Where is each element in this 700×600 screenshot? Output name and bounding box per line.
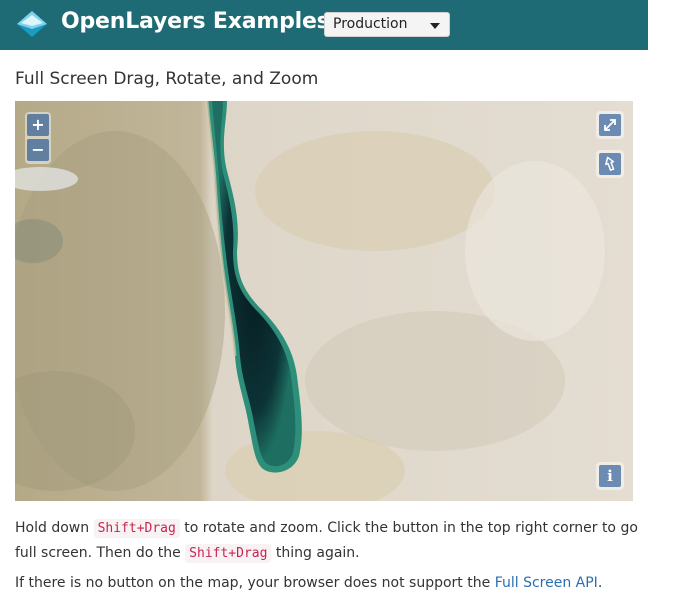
rotate-control <box>596 150 624 178</box>
instructions-text-3: thing again. <box>275 545 360 561</box>
navbar: OpenLayers Examples Production <box>0 0 648 50</box>
zoom-out-button[interactable]: − <box>27 139 49 161</box>
support-note-text: If there is no button on the map, your b… <box>15 575 491 591</box>
version-select-value: Production <box>333 16 408 32</box>
page-title: Full Screen Drag, Rotate, and Zoom <box>15 69 319 89</box>
openlayers-logo-icon[interactable] <box>14 7 50 43</box>
expand-arrows-icon <box>604 119 616 131</box>
full-screen-api-link[interactable]: Full Screen API <box>495 575 598 591</box>
north-arrow-icon <box>605 156 615 171</box>
map-viewport[interactable]: + − i <box>15 101 633 501</box>
full-screen-control <box>596 111 624 139</box>
zoom-control: + − <box>25 112 51 164</box>
version-select[interactable]: Production <box>324 12 450 37</box>
full-screen-button[interactable] <box>599 114 621 136</box>
instructions-text-1: Hold down <box>15 520 90 536</box>
shortcut-code: Shift+Drag <box>93 519 180 538</box>
support-note-paragraph: If there is no button on the map, your b… <box>15 571 645 595</box>
attribution-button[interactable]: i <box>599 465 621 487</box>
brand-title[interactable]: OpenLayers Examples <box>61 9 330 34</box>
satellite-imagery <box>15 101 633 501</box>
support-note-end: . <box>597 575 603 591</box>
reset-rotation-button[interactable] <box>599 153 621 175</box>
zoom-in-button[interactable]: + <box>27 114 49 136</box>
instructions-paragraph: Hold down Shift+Drag to rotate and zoom.… <box>15 516 645 566</box>
shortcut-code: Shift+Drag <box>185 544 272 563</box>
attribution-control: i <box>596 462 624 490</box>
chevron-down-icon <box>430 23 440 29</box>
